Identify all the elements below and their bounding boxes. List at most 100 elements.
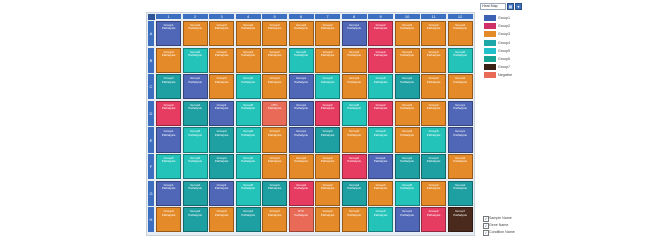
plate-well[interactable]: Group3 Pathalysis <box>421 21 447 47</box>
plate-well[interactable]: Group3 Pathalysis <box>394 21 420 47</box>
plate-well[interactable]: Group5 Pathalysis <box>235 74 261 100</box>
plate-well[interactable]: Group3 Pathalysis <box>262 47 288 73</box>
legend-item[interactable]: Group6 <box>484 56 544 63</box>
plate-well[interactable]: Group1 Pathalysis <box>447 127 473 153</box>
plate-well[interactable]: Group5 Pathalysis <box>394 180 420 206</box>
plate-well[interactable]: Group5 Pathalysis <box>235 127 261 153</box>
plate-well[interactable]: Group1 Pathalysis <box>182 74 208 100</box>
plate-well[interactable]: Group1 Pathalysis <box>156 127 182 153</box>
plate-well[interactable]: Group3 Pathalysis <box>156 207 182 233</box>
plate-well[interactable]: Group3 Pathalysis <box>209 21 235 47</box>
plate-well[interactable]: Group3 Pathalysis <box>394 100 420 127</box>
plate-well[interactable]: Group1 Pathalysis <box>209 100 235 127</box>
plate-well[interactable]: Group2 Pathalysis <box>421 207 447 233</box>
plate-well[interactable]: Group2 Pathalysis <box>368 100 394 127</box>
column-header[interactable]: 8 <box>341 14 367 19</box>
plate-well[interactable]: Group1 Pathalysis <box>156 21 182 47</box>
row-header[interactable]: A <box>148 21 154 47</box>
plate-well[interactable]: Group1 Pathalysis <box>447 100 473 127</box>
plate-well[interactable]: Group4 Pathalysis <box>394 74 420 100</box>
column-header[interactable]: 6 <box>288 14 314 19</box>
plate-well[interactable]: Group4 Pathalysis <box>156 74 182 100</box>
legend-item[interactable]: Group2 <box>484 23 544 30</box>
plate-well[interactable]: Group3 Pathalysis <box>421 47 447 73</box>
plate-well[interactable]: Group3 Pathalysis <box>341 47 367 73</box>
plate-well[interactable]: Group5 Pathalysis <box>156 154 182 180</box>
plate-well[interactable]: Group4 Pathalysis <box>394 154 420 180</box>
plate-well[interactable]: Group4 Pathalysis <box>209 154 235 180</box>
plate-well[interactable]: Group1 Pathalysis <box>288 127 314 153</box>
plate-well[interactable]: Group3 Pathalysis <box>315 21 341 47</box>
plate-well[interactable]: Group3 Pathalysis <box>421 180 447 206</box>
plate-well[interactable]: Group3 Pathalysis <box>315 47 341 73</box>
plate-well[interactable]: Group3 Pathalysis <box>235 21 261 47</box>
column-header[interactable]: 5 <box>262 14 288 19</box>
legend-item[interactable]: Group5 <box>484 47 544 55</box>
plate-well[interactable]: Group5 Pathalysis <box>368 207 394 233</box>
plate-well[interactable]: Group3 Pathalysis <box>262 127 288 153</box>
column-header[interactable]: 12 <box>447 14 473 19</box>
plate-well[interactable]: Group3 Pathalysis <box>262 207 288 233</box>
column-header[interactable]: 9 <box>368 14 394 19</box>
plate-well[interactable]: Group5 Pathalysis <box>235 154 261 180</box>
plate-well[interactable]: Group3 Pathalysis <box>368 180 394 206</box>
plate-well[interactable]: Group5 Pathalysis <box>182 47 208 73</box>
row-header[interactable]: F <box>148 154 154 180</box>
plate-well[interactable]: Group3 Pathalysis <box>156 47 182 73</box>
plate-well[interactable]: Group4 Pathalysis <box>235 207 261 233</box>
plate-well[interactable]: Group2 Pathalysis <box>341 154 367 180</box>
plate-well[interactable]: Group3 Pathalysis <box>262 74 288 100</box>
row-header[interactable]: B <box>148 47 154 73</box>
grid-icon[interactable]: ▦ <box>507 3 514 10</box>
column-header[interactable]: 11 <box>421 14 447 19</box>
plate-well[interactable]: Group3 Pathalysis <box>315 207 341 233</box>
plate-well[interactable]: Group3 Pathalysis <box>447 74 473 100</box>
column-header[interactable]: 7 <box>315 14 341 19</box>
legend-item[interactable]: Group4 <box>484 39 544 47</box>
plate-well[interactable]: Group3 Pathalysis <box>209 47 235 73</box>
column-header[interactable]: 2 <box>182 14 208 19</box>
checkbox-option[interactable]: ✓ Sample Name <box>483 216 543 222</box>
plate-well[interactable]: Group3 Pathalysis <box>341 207 367 233</box>
plate-well[interactable]: Group5 Pathalysis <box>182 127 208 153</box>
plate-well[interactable]: Group3 Pathalysis <box>235 47 261 73</box>
layout-select[interactable]: Heat Map <box>480 3 506 10</box>
plate-well[interactable]: Group5 Pathalysis <box>368 74 394 100</box>
plate-well[interactable]: Group4 Pathalysis <box>315 127 341 153</box>
plate-well[interactable]: Group4 Pathalysis <box>341 180 367 206</box>
plate-well[interactable]: Group4 Pathalysis <box>182 207 208 233</box>
plate-well[interactable]: Group3 Pathalysis <box>447 154 473 180</box>
plate-well[interactable]: Group3 Pathalysis <box>288 154 314 180</box>
plate-well[interactable]: Group5 Pathalysis <box>447 47 473 73</box>
plate-well[interactable]: Group3 Pathalysis <box>315 154 341 180</box>
row-header[interactable]: D <box>148 100 154 127</box>
plate-well[interactable]: Group3 Pathalysis <box>262 21 288 47</box>
plate-well[interactable]: Group5 Pathalysis <box>368 127 394 153</box>
plate-well[interactable]: Group3 Pathalysis <box>421 74 447 100</box>
legend-item[interactable]: Negative <box>484 72 544 79</box>
plate-well[interactable]: Group3 Pathalysis <box>288 21 314 47</box>
plate-well[interactable]: Group1 Pathalysis <box>156 180 182 206</box>
plate-well[interactable]: Group4 Pathalysis <box>182 180 208 206</box>
plate-well[interactable]: NTC Pathalysis <box>262 100 288 127</box>
plate-well[interactable]: Group3 Pathalysis <box>182 21 208 47</box>
plate-well[interactable]: Group5 Pathalysis <box>341 100 367 127</box>
plate-well[interactable]: Group2 Pathalysis <box>156 100 182 127</box>
plate-well[interactable]: Group3 Pathalysis <box>209 207 235 233</box>
plate-well[interactable]: Group3 Pathalysis <box>421 100 447 127</box>
plate-well[interactable]: Group4 Pathalysis <box>421 154 447 180</box>
plate-well[interactable]: Group2 Pathalysis <box>288 180 314 206</box>
settings-icon[interactable]: ▾ <box>515 3 522 10</box>
plate-well[interactable]: Group4 Pathalysis <box>209 127 235 153</box>
legend-item[interactable]: Group3 <box>484 31 544 38</box>
plate-well[interactable]: Group3 Pathalysis <box>262 154 288 180</box>
plate-well[interactable]: Group2 Pathalysis <box>315 100 341 127</box>
plate-well[interactable]: Group4 Pathalysis <box>262 180 288 206</box>
plate-well[interactable]: Group5 Pathalysis <box>315 74 341 100</box>
legend-item[interactable]: Group1 <box>484 15 544 22</box>
column-header[interactable]: 10 <box>394 14 420 19</box>
plate-well[interactable]: Group2 Pathalysis <box>368 21 394 47</box>
plate-well[interactable]: Group1 Pathalysis <box>288 74 314 100</box>
column-header[interactable]: 4 <box>235 14 261 19</box>
checkbox-option[interactable]: ✓ Gene Name <box>483 223 543 229</box>
